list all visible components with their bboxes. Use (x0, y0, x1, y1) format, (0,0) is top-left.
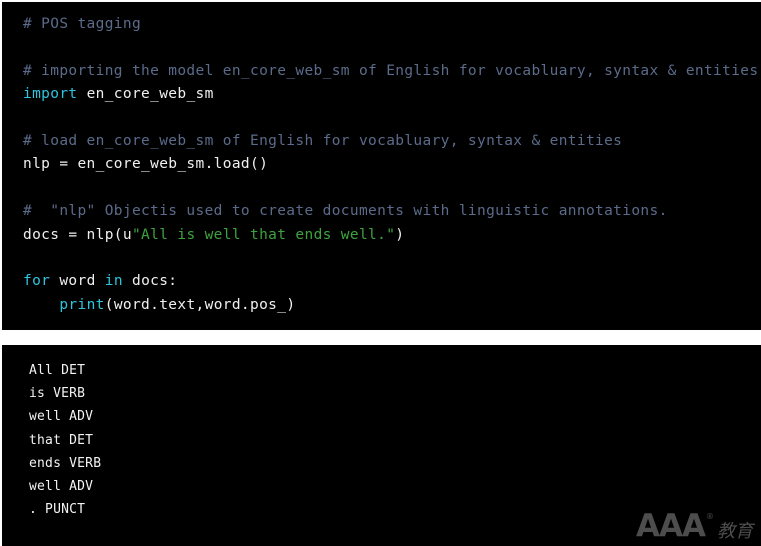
output-line-list: All DET is VERB well ADV that DET ends VERB w… (29, 359, 101, 521)
watermark: AAA ® 教育 (636, 511, 753, 542)
code-token-plain: docs: (122, 273, 178, 290)
code-line: # importing the model en_core_web_sm of … (23, 60, 761, 83)
code-line: print(word.text,word.pos_) (23, 294, 761, 317)
code-token-plain: docs = nlp(u (23, 226, 132, 243)
output-line: well ADV (29, 478, 94, 494)
console-output-panel[interactable]: All DET is VERB well ADV that DET ends VERB w… (2, 345, 761, 546)
code-token-plain: (word.text,word.pos_) (104, 296, 296, 313)
panel-separator (0, 330, 761, 345)
watermark-chinese-text: 教育 (717, 521, 753, 542)
watermark-brand-text: AAA (636, 508, 706, 544)
output-line: All DET (29, 363, 86, 378)
code-editor-panel[interactable]: # POS tagging # importing the model en_c… (2, 2, 761, 330)
code-line: import en_core_web_sm (23, 83, 761, 106)
code-token-comment: # load en_core_web_sm of English for voc… (23, 132, 623, 149)
output-line: is VERB (29, 386, 86, 402)
code-token-keyword: import (23, 86, 78, 103)
code-token-builtin: print (59, 296, 105, 313)
code-token-plain: nlp = en_core_web_sm.load() (23, 156, 269, 173)
code-token-comment: # POS tagging (23, 16, 142, 32)
code-token-comment: # "nlp" Objectis used to create document… (23, 203, 668, 220)
code-line: nlp = en_core_web_sm.load() (23, 153, 761, 176)
output-line: . PUNCT (29, 502, 86, 518)
code-token-keyword: in (104, 273, 123, 290)
code-line: docs = nlp(u"All is well that ends well.… (23, 224, 761, 247)
screenshot-root: # POS tagging # importing the model en_c… (0, 0, 761, 546)
code-line: # "nlp" Objectis used to create document… (23, 200, 761, 223)
output-line: ends VERB (29, 455, 102, 471)
output-line: well ADV (29, 409, 94, 425)
code-line: # POS tagging (23, 13, 761, 36)
code-line: for word in docs: (23, 270, 761, 293)
code-token-plain: word (50, 273, 105, 290)
code-line-list: # POS tagging # importing the model en_c… (23, 13, 761, 317)
code-token-string: "All is well that ends well." (131, 226, 396, 243)
output-line: that DET (29, 432, 94, 448)
registered-trademark-icon: ® (706, 512, 714, 521)
code-line: # load en_core_web_sm of English for voc… (23, 130, 761, 153)
code-token-comment: # importing the model en_core_web_sm of … (23, 62, 759, 79)
code-token-plain: ) (395, 226, 405, 243)
code-token-plain: en_core_web_sm (77, 86, 214, 103)
code-token-keyword: for (23, 273, 51, 290)
